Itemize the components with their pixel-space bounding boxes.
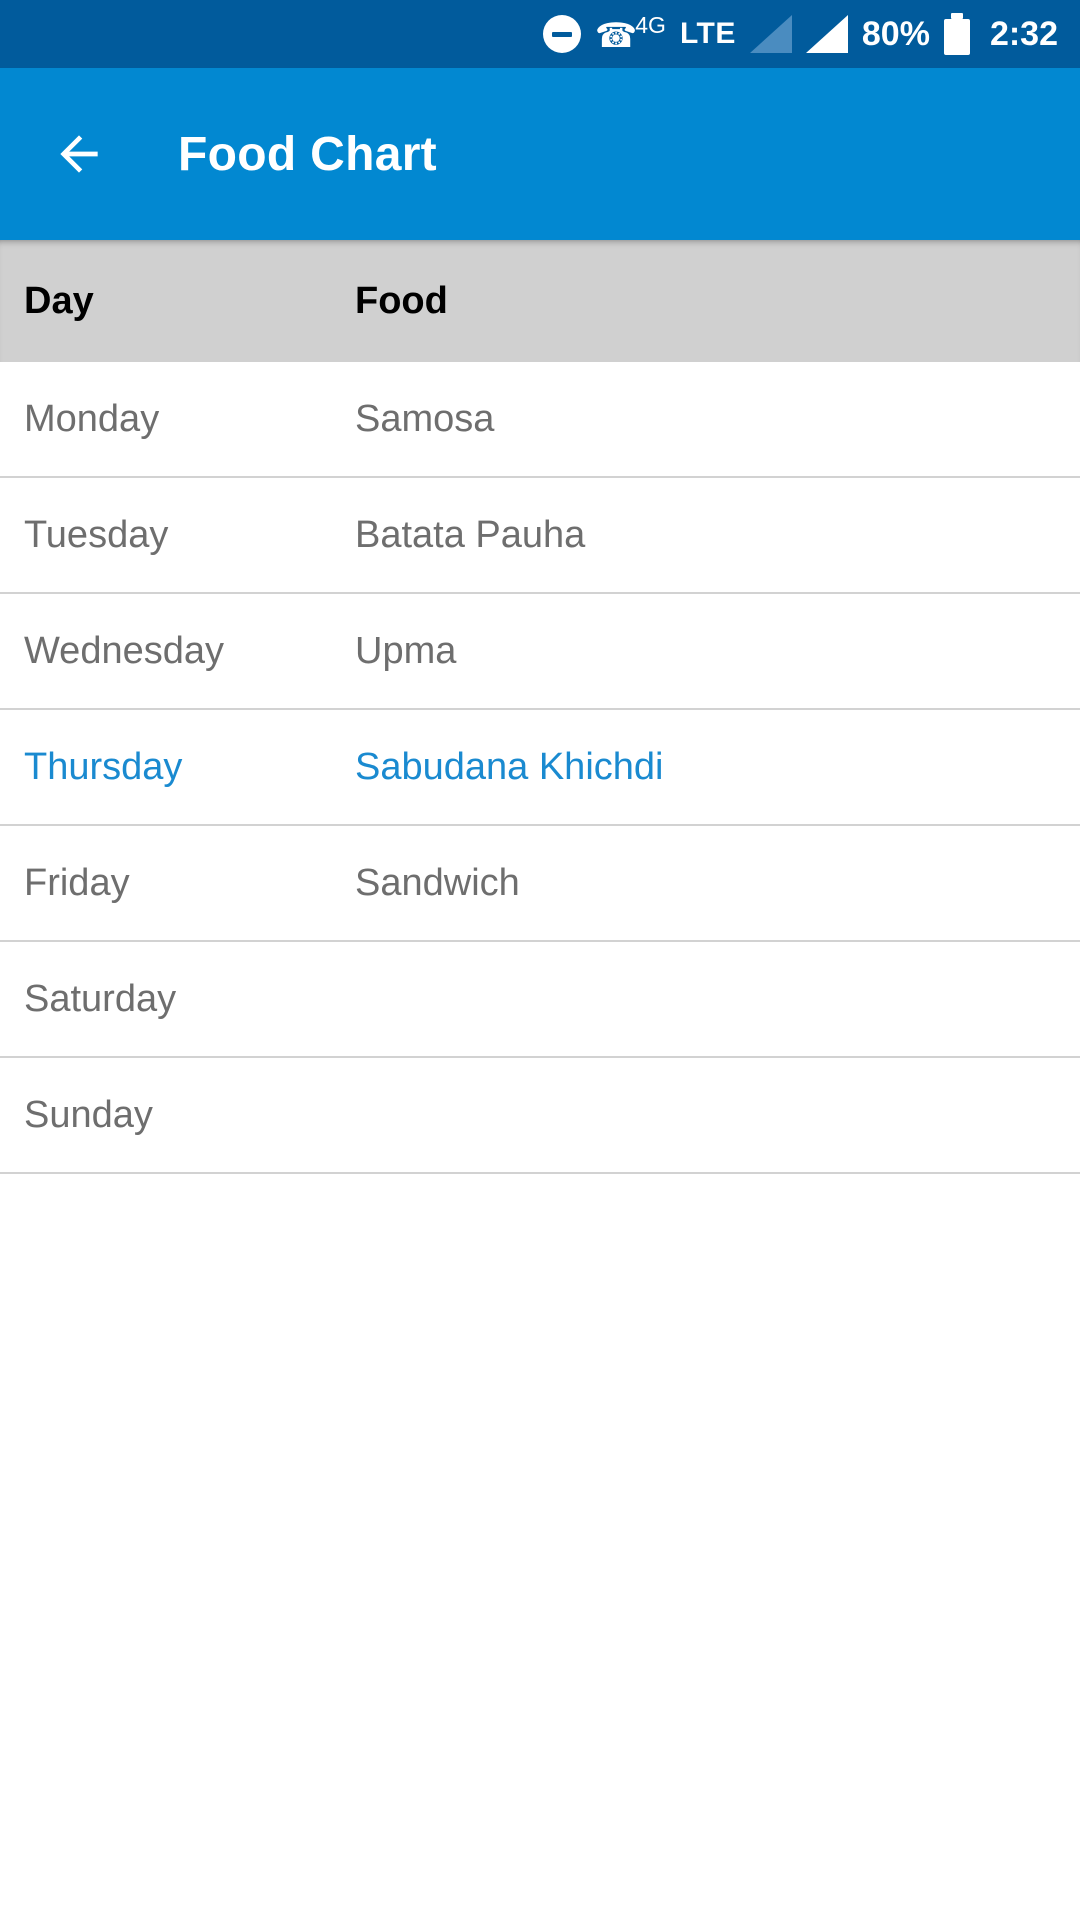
cell-day: Monday bbox=[24, 397, 160, 440]
table-row[interactable]: Sunday bbox=[0, 1058, 1080, 1174]
battery-full-icon bbox=[943, 13, 970, 55]
table-row[interactable]: Wednesday Upma bbox=[0, 594, 1080, 710]
mobile-data-4g-indicator: ☎ 4G bbox=[595, 12, 666, 56]
cell-food: Batata Pauha bbox=[355, 513, 586, 556]
cell-day: Saturday bbox=[24, 977, 177, 1020]
cell-day: Tuesday bbox=[24, 513, 169, 556]
arrow-left-icon bbox=[60, 135, 98, 173]
cell-day: Friday bbox=[24, 861, 130, 904]
column-header-food: Food bbox=[355, 279, 448, 322]
table-row[interactable]: Friday Sandwich bbox=[0, 826, 1080, 942]
cell-food: Sandwich bbox=[355, 861, 520, 904]
cell-food: Samosa bbox=[355, 397, 495, 440]
cell-day: Sunday bbox=[24, 1093, 153, 1136]
app-bar: Food Chart bbox=[0, 68, 1080, 240]
back-button[interactable] bbox=[48, 123, 110, 185]
table-row[interactable]: Monday Samosa bbox=[0, 362, 1080, 478]
cell-day: Wednesday bbox=[24, 629, 224, 672]
status-icons-group: ☎ 4G LTE 80% 2:32 bbox=[542, 12, 1058, 56]
status-bar: ☎ 4G LTE 80% 2:32 bbox=[0, 0, 1080, 68]
table-row[interactable]: Tuesday Batata Pauha bbox=[0, 478, 1080, 594]
table-header-row: Day Food bbox=[0, 240, 1080, 362]
column-header-day: Day bbox=[24, 279, 94, 322]
status-bar-clock: 2:32 bbox=[989, 15, 1058, 53]
food-chart-table: Day Food Monday Samosa Tuesday Batata Pa… bbox=[0, 240, 1080, 1174]
phone-icon: ☎ bbox=[594, 17, 638, 55]
table-row[interactable]: Saturday bbox=[0, 942, 1080, 1058]
lte-label: LTE bbox=[679, 17, 736, 50]
do-not-disturb-icon bbox=[542, 15, 581, 53]
page-title: Food Chart bbox=[178, 127, 437, 181]
cell-food: Sabudana Khichdi bbox=[355, 745, 664, 788]
battery-percent-label: 80% bbox=[861, 15, 930, 53]
signal-bars-active-icon bbox=[805, 15, 848, 53]
table-row-selected[interactable]: Thursday Sabudana Khichdi bbox=[0, 710, 1080, 826]
signal-bars-inactive-icon bbox=[749, 15, 792, 53]
cell-food: Upma bbox=[355, 629, 457, 672]
cell-day: Thursday bbox=[24, 745, 183, 788]
network-type-label: 4G bbox=[635, 12, 666, 38]
